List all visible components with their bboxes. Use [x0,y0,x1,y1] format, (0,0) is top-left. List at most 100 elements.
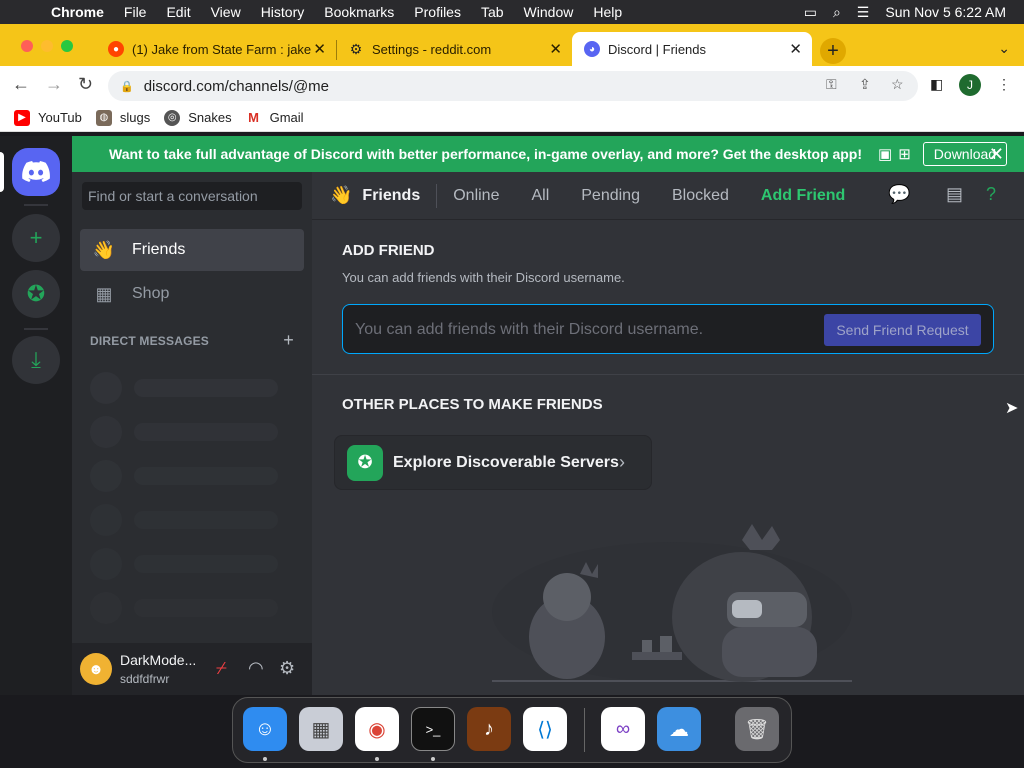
launchpad-icon[interactable]: ▦ [299,707,343,751]
running-indicator [263,757,267,761]
inbox-icon[interactable]: ▤ [946,184,963,205]
menu-help[interactable]: Help [593,4,622,20]
friends-main: 👋 Friends Online All Pending Blocked Add… [312,172,1024,695]
side-panel-icon[interactable]: ◧ [930,76,943,93]
user-tag: sddfdfrwr [120,672,170,686]
username[interactable]: DarkMode... [120,652,196,668]
menu-profiles[interactable]: Profiles [414,4,461,20]
close-tab-icon[interactable]: ✕ [549,40,562,58]
close-window-button[interactable] [21,40,33,52]
tab-title: (1) Jake from State Farm : jake [132,41,312,57]
terminal-icon[interactable]: >_ [411,707,455,751]
close-tab-icon[interactable]: ✕ [313,40,326,58]
tab-pending[interactable]: Pending [581,187,640,205]
visual-studio-icon[interactable]: ∞ [601,707,645,751]
discord-home-button[interactable] [12,148,60,196]
explore-servers-card[interactable]: ✪ Explore Discoverable Servers › [334,435,652,490]
vscode-icon[interactable]: ⟨⟩ [523,707,567,751]
key-icon[interactable]: ⚿ [826,76,837,93]
url-text[interactable]: discord.com/channels/@me [144,78,329,95]
section-divider [312,374,1024,375]
weather-icon[interactable]: ☁ [657,707,701,751]
tab-blocked[interactable]: Blocked [672,187,729,205]
username-input[interactable] [355,317,815,343]
user-panel: ☻ DarkMode... sddfdfrwr ⌿ ◠ ⚙ [72,643,312,695]
tab-all[interactable]: All [531,187,549,205]
friends-icon: 👋 [92,239,116,260]
menu-bookmarks[interactable]: Bookmarks [324,4,394,20]
headphones-icon[interactable]: ◠ [248,658,264,679]
share-icon[interactable]: ⇪ [859,76,871,93]
lock-icon[interactable]: 🔒 [120,80,134,93]
plus-icon: + [29,225,43,250]
menu-edit[interactable]: Edit [166,4,190,20]
tab-reddit-settings[interactable]: ⚙ Settings - reddit.com ✕ [336,32,572,66]
help-icon[interactable]: ? [986,184,996,205]
conversation-search[interactable]: Find or start a conversation [82,182,302,210]
globe-icon: ◎ [164,109,181,126]
mute-microphone-icon[interactable]: ⌿ [216,658,227,679]
bookmark-snakes[interactable]: ◎ Snakes [164,109,232,126]
more-menu-icon[interactable]: ⋮ [997,76,1011,93]
send-friend-request-button[interactable]: Send Friend Request [824,314,981,346]
reload-icon[interactable]: ↻ [78,74,93,95]
close-icon[interactable]: ✕ [989,144,1004,165]
new-tab-button[interactable]: + [820,38,846,64]
discord-logo-icon [22,161,50,182]
zoom-window-button[interactable] [61,40,73,52]
windows-icon: ⊞ [898,146,911,163]
minimize-window-button[interactable] [41,40,53,52]
create-dm-icon[interactable]: + [283,330,294,351]
bookmark-slugs[interactable]: ◍ slugs [95,109,151,126]
trash-icon[interactable]: 🗑 [735,707,779,751]
android-icon: ▣ [878,146,893,163]
bookmark-gmail[interactable]: M Gmail [246,110,304,126]
finder-icon[interactable]: ☺ [243,707,287,751]
bookmark-label: slugs [119,110,151,125]
bookmark-youtube[interactable]: ▶ YouTub [14,109,82,126]
settings-gear-icon[interactable]: ⚙ [279,658,295,679]
gmail-icon: M [248,110,260,125]
menu-view[interactable]: View [211,4,241,20]
profile-avatar[interactable]: J [959,74,981,96]
screen-mirror-icon[interactable]: ▭ [804,4,817,21]
bookmark-label: Snakes [188,110,232,125]
banner-text: Want to take full advantage of Discord w… [109,146,863,162]
youtube-icon: ▶ [14,109,30,126]
tab-title: Settings - reddit.com [372,41,492,57]
dm-placeholder [90,504,278,536]
menu-history[interactable]: History [261,4,305,20]
bookmark-label: Gmail [269,110,304,125]
tab-add-friend[interactable]: Add Friend [761,187,845,205]
spotlight-icon[interactable]: ⌕ [833,4,841,21]
menu-window[interactable]: Window [524,4,574,20]
close-tab-icon[interactable]: ✕ [789,40,802,58]
tab-search-chevron-icon[interactable]: ⌄ [998,40,1010,57]
bookmark-star-icon[interactable]: ☆ [891,76,904,93]
tab-online[interactable]: Online [453,187,499,205]
dock-separator [584,708,585,752]
tab-discord-friends[interactable]: ◕ Discord | Friends ✕ [572,32,812,66]
explore-servers-button[interactable]: ✪ [12,270,60,318]
sidebar-item-shop[interactable]: ▦ Shop [80,273,304,315]
avatar[interactable]: ☻ [80,653,112,685]
address-bar[interactable]: 🔒 discord.com/channels/@me [108,71,918,101]
chrome-icon[interactable]: ◉ [355,707,399,751]
macos-dock: ☺ ▦ ◉ >_ ♪ ⟨⟩ ∞ ☁ 🗑 [232,697,792,763]
download-apps-button[interactable]: ⤓ [12,336,60,384]
back-icon[interactable]: ← [12,74,30,95]
control-center-icon[interactable]: ☰ [857,4,870,21]
garageband-icon[interactable]: ♪ [467,707,511,751]
dm-placeholder [90,548,278,580]
menu-app-name[interactable]: Chrome [51,4,104,20]
sidebar-item-friends[interactable]: 👋 Friends [80,229,304,271]
add-server-button[interactable]: + [12,214,60,262]
menu-tab[interactable]: Tab [481,4,504,20]
new-group-dm-icon[interactable]: 💬 [888,184,910,205]
dm-placeholder [90,592,278,624]
compass-icon: ✪ [347,444,383,481]
forward-icon[interactable]: → [45,74,63,95]
tab-reddit-jake[interactable]: ● (1) Jake from State Farm : jake ✕ [96,32,336,66]
menubar-clock[interactable]: Sun Nov 5 6:22 AM [885,4,1006,20]
menu-file[interactable]: File [124,4,147,20]
